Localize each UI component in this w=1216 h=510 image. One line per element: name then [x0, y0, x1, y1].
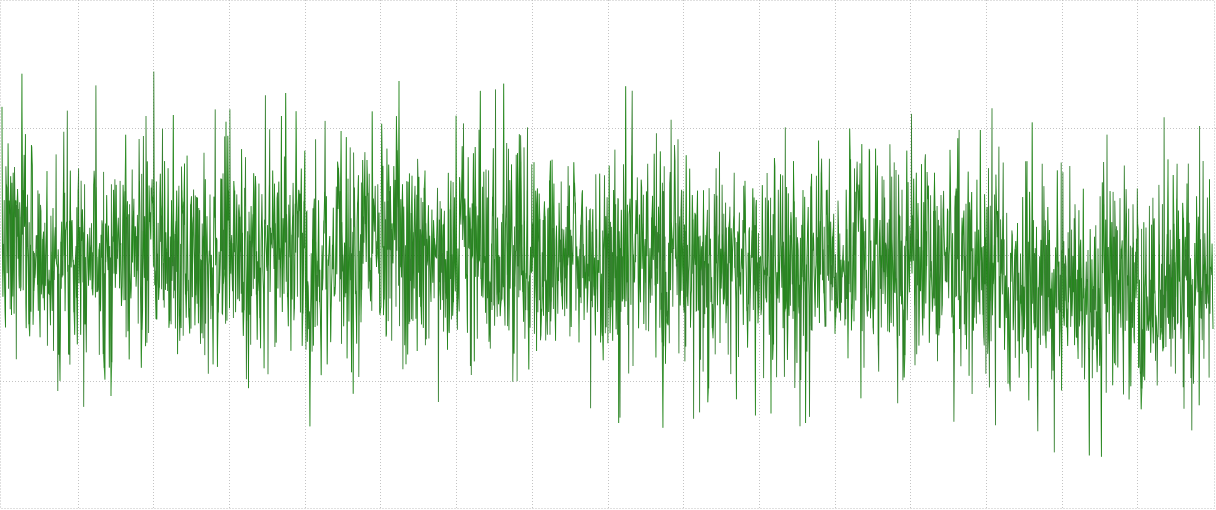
- chart-canvas: [0, 0, 1216, 510]
- waveform-chart: [0, 0, 1216, 510]
